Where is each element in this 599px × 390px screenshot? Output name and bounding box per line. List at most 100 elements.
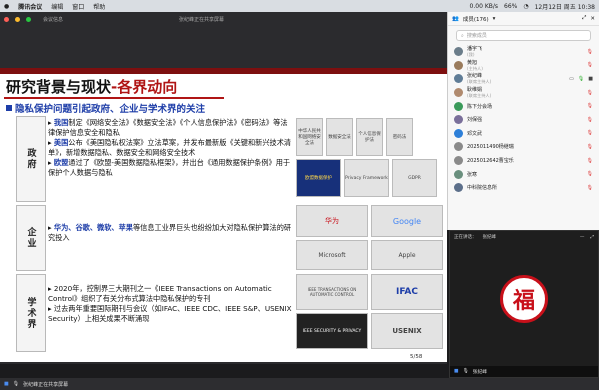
popout-icon[interactable]: ⤢: [582, 15, 586, 22]
user-icon: ■: [454, 369, 459, 374]
member-name: 陈下分会场: [467, 103, 493, 110]
maximize-window-button[interactable]: [26, 16, 31, 22]
row-label-government: 政府: [16, 116, 46, 202]
minimize-window-button[interactable]: [15, 16, 20, 22]
avatar: [454, 169, 463, 179]
avatar: [454, 115, 463, 125]
members-panel: 👥 成员(176) ▾ ⤢ ✕ ⌕ 搜索成员 潘宇飞 (我) 🎙 黄旭 (主持人) 🎙…: [447, 12, 599, 230]
avatar: [454, 60, 463, 70]
member-row[interactable]: 陈下分会场 🎙: [448, 99, 599, 113]
member-controls: 🎙: [587, 185, 593, 191]
battery-percent: 66%: [504, 2, 518, 10]
members-title: 成员(176): [462, 16, 489, 23]
row-label-enterprise: 企业: [16, 205, 46, 271]
mic-muted-icon[interactable]: 🎙: [587, 62, 593, 68]
member-controls: 🎙: [587, 117, 593, 123]
members-icon: 👥: [452, 15, 459, 22]
mic-muted-icon[interactable]: 🎙: [587, 90, 593, 96]
camera-icon[interactable]: ■: [588, 76, 593, 82]
slide-header-bar: [0, 68, 447, 74]
minimize-tile-icon[interactable]: —: [580, 235, 585, 240]
row-images-enterprise: 华为 Google Microsoft Apple: [296, 205, 444, 270]
mic-icon[interactable]: 🎙: [578, 76, 584, 82]
mic-muted-icon[interactable]: 🎙: [587, 185, 593, 191]
presentation-slide: 研究背景与现状-各界动向 隐私保护问题引起政府、企业与学术界的关注 政府 ▸ 我…: [0, 68, 447, 362]
member-controls: 🎙: [587, 144, 593, 150]
member-row[interactable]: 耿维娟 (联席主持人) 🎙: [448, 86, 599, 100]
member-row[interactable]: 潘宇飞 (我) 🎙: [448, 45, 599, 59]
row-images-government: 中华人民共和国网络安全法 数据安全法 个人信息保护法 密码法 欧盟数据保护 Pr…: [296, 118, 444, 197]
list-item: ▸ 我国制定《网络安全法》《数据安全法》《个人信息保护法》《密码法》等法律保护信…: [48, 118, 288, 137]
clock[interactable]: 12月12日 周五 10:38: [535, 2, 595, 11]
mic-muted-icon[interactable]: 🎙: [587, 117, 593, 123]
member-name: 邓文武: [467, 130, 483, 137]
member-name: 张寒: [467, 171, 478, 178]
member-name: 潘宇飞 (我): [467, 46, 483, 58]
member-row[interactable]: 黄旭 (主持人) 🎙: [448, 59, 599, 73]
mic-muted-icon[interactable]: 🎙: [587, 158, 593, 164]
row-text-enterprise: ▸ 华为、谷歌、微软、苹果等信息工业界巨头也纷纷加大对隐私保护算法的研究投入: [48, 223, 294, 243]
wifi-icon[interactable]: ◔: [523, 3, 528, 10]
law-book-image: 密码法: [386, 118, 413, 156]
apple-icon[interactable]: ●: [4, 3, 9, 10]
expand-tile-icon[interactable]: ⤢: [590, 234, 594, 240]
menu-item-window[interactable]: 窗口: [72, 2, 84, 11]
huawei-logo-image: 华为: [296, 205, 368, 237]
chevron-down-icon[interactable]: ▾: [493, 16, 496, 22]
close-panel-icon[interactable]: ✕: [590, 16, 595, 22]
shared-screen-area: 研究背景与现状-各界动向 隐私保护问题引起政府、企业与学术界的关注 政府 ▸ 我…: [0, 26, 447, 364]
member-name: 黄旭 (主持人): [467, 59, 483, 71]
menu-item-edit[interactable]: 编辑: [51, 2, 63, 11]
microsoft-logo-image: Microsoft: [296, 240, 368, 270]
mic-icon: 🎙: [462, 369, 469, 374]
bottom-sharing-bar: ■ 🎙 张纪峰正在共享屏幕: [0, 378, 599, 390]
meeting-info-link[interactable]: 会议信息: [43, 16, 63, 23]
member-row[interactable]: 张纪峰 (联席主持人) ▭ 🎙 ■: [448, 72, 599, 86]
mic-muted-icon[interactable]: 🎙: [587, 103, 593, 109]
title-underline: [4, 97, 224, 99]
avatar: [454, 74, 463, 84]
member-row[interactable]: 邓文武 🎙: [448, 127, 599, 141]
member-controls: 🎙: [587, 103, 593, 109]
privacy-framework-image: Privacy Framework: [344, 159, 389, 197]
mic-muted-icon[interactable]: 🎙: [587, 130, 593, 136]
row-images-academia: IEEE TRANSACTIONS ON AUTOMATIC CONTROL I…: [296, 274, 444, 349]
mic-muted-icon[interactable]: 🎙: [587, 144, 593, 150]
close-window-button[interactable]: [4, 16, 9, 22]
speaking-indicator: 正在讲话： 张纪峰 — ⤢: [450, 231, 598, 243]
member-row[interactable]: 2025012642曹宝乐 🎙: [448, 154, 599, 168]
speaker-video-tile[interactable]: 正在讲话： 张纪峰 — ⤢ 福 ■ 🎙 张纪峰: [449, 230, 599, 378]
avatar: [454, 101, 463, 111]
member-row[interactable]: 张寒 🎙: [448, 167, 599, 181]
member-controls: 🎙: [587, 130, 593, 136]
ieee-sp-image: IEEE SECURITY & PRIVACY: [296, 313, 368, 349]
avatar: [454, 128, 463, 138]
avatar: [454, 156, 463, 166]
eu-flag-image: 欧盟数据保护: [296, 159, 341, 197]
member-search-input[interactable]: ⌕ 搜索成员: [456, 30, 591, 41]
user-icon: ■: [4, 381, 9, 387]
slide-page-number: 5/58: [410, 354, 423, 360]
members-panel-header: 👥 成员(176) ▾ ⤢ ✕: [448, 12, 599, 26]
mic-muted-icon[interactable]: 🎙: [587, 171, 593, 177]
member-list: 潘宇飞 (我) 🎙 黄旭 (主持人) 🎙 张纪峰 (联席主持人) ▭ 🎙 ■ 耿维娟 (联席主持…: [448, 45, 599, 195]
status-area: 0.00 KB/s 66% ◔ 12月12日 周五 10:38: [470, 2, 595, 11]
law-book-image: 个人信息保护法: [356, 118, 383, 156]
app-name[interactable]: 腾讯会议: [18, 2, 42, 11]
member-row[interactable]: 2025011490杨继瑞 🎙: [448, 140, 599, 154]
member-controls: 🎙: [587, 158, 593, 164]
member-row[interactable]: 中科院信息所 🎙: [448, 181, 599, 195]
member-name: 张纪峰 (联席主持人): [467, 73, 492, 85]
member-name: 2025012642曹宝乐: [467, 158, 514, 165]
member-name: 耿维娟 (联席主持人): [467, 87, 492, 99]
mic-muted-icon[interactable]: 🎙: [587, 49, 593, 55]
law-book-image: 中华人民共和国网络安全法: [296, 118, 323, 156]
avatar: [454, 88, 463, 98]
sharing-status: 张纪峰正在共享屏幕: [179, 16, 225, 23]
member-controls: 🎙: [587, 62, 593, 68]
member-row[interactable]: 刘保强 🎙: [448, 113, 599, 127]
menu-item-help[interactable]: 帮助: [93, 2, 105, 11]
member-controls: 🎙: [587, 49, 593, 55]
list-item: ▸ 过去两年重要国际期刊与会议（如IFAC、IEEE CDC、IEEE S&P、…: [48, 304, 292, 323]
member-name: 2025011490杨继瑞: [467, 144, 514, 151]
